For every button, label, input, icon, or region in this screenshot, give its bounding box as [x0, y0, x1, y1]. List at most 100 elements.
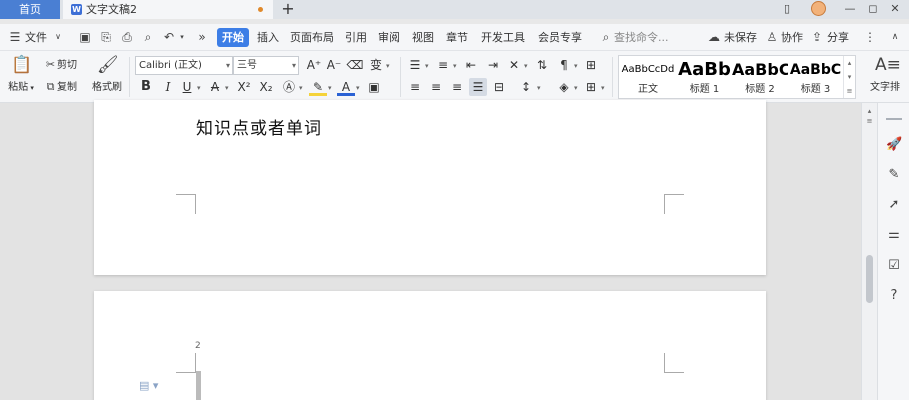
collab-button[interactable]: 协作	[781, 30, 803, 46]
unsaved-status[interactable]: 未保存	[724, 30, 757, 46]
panel-handle[interactable]	[886, 118, 902, 120]
menu-member[interactable]: 会员专享	[538, 30, 582, 46]
table-borders-icon[interactable]: ⊞	[582, 56, 600, 74]
menu-insert[interactable]: 插入	[257, 30, 279, 46]
styles-scroll[interactable]: ▴ ▾ ≡	[843, 56, 855, 98]
save-icon[interactable]: ▣	[78, 30, 92, 44]
close-icon[interactable]: ✕	[888, 0, 902, 19]
char-border-icon[interactable]: ▣	[365, 78, 383, 96]
document-area[interactable]: 知识点或者单词 2 ▤ ▾	[0, 100, 877, 400]
copy-button[interactable]: ⧉ 复制	[44, 80, 77, 95]
pen-icon[interactable]: ✎	[886, 167, 902, 183]
style-heading-2[interactable]: AaBbC 标题 2	[732, 56, 788, 98]
subscript-button[interactable]: X₂	[257, 78, 275, 96]
align-center-icon[interactable]: ≡	[427, 78, 445, 96]
font-size-select[interactable]: 三号 ▾	[233, 56, 299, 75]
collapse-ribbon-icon[interactable]: ∧	[888, 30, 902, 44]
menu-start[interactable]: 开始	[217, 28, 249, 47]
strikethrough-button[interactable]: A	[206, 78, 224, 96]
page-2[interactable]: 2 ▤ ▾	[94, 291, 766, 400]
chinese-layout-icon[interactable]: ✕	[505, 56, 523, 74]
tab-document[interactable]: W 文字文稿2	[63, 0, 273, 19]
phonetic-icon[interactable]: 变	[367, 56, 385, 74]
shading-icon[interactable]: ◈	[555, 78, 573, 96]
line-spacing-icon[interactable]: ↕	[517, 78, 535, 96]
style-preview: AaBb	[678, 59, 731, 80]
justify-icon[interactable]: ☰	[469, 78, 487, 96]
scrollbar-thumb[interactable]	[866, 255, 873, 303]
distributed-icon[interactable]: ⊟	[490, 78, 508, 96]
tab-bar: 首页 W 文字文稿2 + ▯ — ◻ ✕	[0, 0, 909, 19]
font-name-value: Calibri (正文)	[139, 60, 202, 71]
style-heading-3[interactable]: AaBbC 标题 3	[788, 56, 843, 98]
format-painter-button[interactable]: 🖌 格式刷	[90, 55, 124, 93]
vertical-scrollbar[interactable]: ▴ ≡	[861, 103, 877, 400]
menu-chapter[interactable]: 章节	[446, 30, 468, 46]
increase-indent-icon[interactable]: ⇥	[484, 56, 502, 74]
shrink-font-icon[interactable]: A⁻	[325, 56, 343, 74]
scroll-top-icon[interactable]: ≡	[862, 117, 877, 125]
export-icon[interactable]: ⎘	[99, 30, 113, 44]
menu-file[interactable]: 文件	[25, 30, 47, 46]
style-heading-1[interactable]: AaBb 标题 1	[677, 56, 732, 98]
align-right-icon[interactable]: ≡	[448, 78, 466, 96]
more-quick-icon[interactable]: »	[195, 30, 209, 44]
avatar[interactable]	[811, 1, 826, 16]
menu-page-layout[interactable]: 页面布局	[290, 30, 334, 46]
share-button[interactable]: 分享	[827, 30, 849, 46]
scroll-up-icon[interactable]: ▴	[862, 107, 877, 115]
search-command[interactable]: 查找命令...	[614, 30, 669, 46]
italic-button[interactable]: I	[159, 78, 177, 96]
sort-icon[interactable]: ⇅	[533, 56, 551, 74]
font-color-icon[interactable]: A	[337, 78, 355, 96]
minimize-icon[interactable]: —	[843, 0, 857, 19]
bold-button[interactable]: B	[137, 78, 155, 96]
pointer-icon[interactable]: ➚	[886, 197, 902, 213]
print-icon[interactable]: ⎙	[120, 30, 134, 44]
layout-icon[interactable]: ▯	[776, 0, 798, 19]
rocket-icon[interactable]: 🚀	[886, 137, 902, 153]
paragraph-menu-icon[interactable]: ▤ ▾	[139, 379, 158, 392]
style-name: 标题 3	[800, 84, 831, 95]
style-normal[interactable]: AaBbCcDd 正文	[620, 56, 676, 98]
text-effect-icon[interactable]: Ⓐ	[280, 78, 298, 96]
menu-dev-tools[interactable]: 开发工具	[481, 30, 525, 46]
cut-button[interactable]: ✂ 剪切	[44, 58, 77, 73]
bullet-list-icon[interactable]: ☰	[406, 56, 424, 74]
numbered-list-icon[interactable]: ≡	[434, 56, 452, 74]
decrease-indent-icon[interactable]: ⇤	[462, 56, 480, 74]
font-name-select[interactable]: Calibri (正文) ▾	[135, 56, 233, 75]
undo-icon[interactable]: ↶	[162, 30, 176, 44]
paste-button[interactable]: 📋 粘贴 ▾	[6, 55, 36, 93]
new-tab-button[interactable]: +	[281, 0, 295, 19]
show-marks-icon[interactable]: ¶	[555, 56, 573, 74]
menu-hamburger-icon[interactable]: ☰	[8, 30, 22, 44]
menu-references[interactable]: 引用	[345, 30, 367, 46]
chevron-down-icon[interactable]: ∨	[51, 30, 65, 44]
align-left-icon[interactable]: ≡	[406, 78, 424, 96]
clear-format-icon[interactable]: ⌫	[346, 56, 364, 74]
print-preview-icon[interactable]: ⌕	[141, 30, 155, 44]
highlight-icon[interactable]: ✎	[309, 78, 327, 96]
undo-dropdown-icon[interactable]: ▾	[175, 30, 189, 44]
grow-font-icon[interactable]: A⁺	[305, 56, 323, 74]
page-1[interactable]: 知识点或者单词	[94, 100, 766, 275]
sliders-icon[interactable]: ⚌	[886, 227, 902, 243]
menu-review[interactable]: 审阅	[378, 30, 400, 46]
help-icon[interactable]: ?	[886, 288, 902, 304]
search-icon[interactable]: ⌕	[599, 30, 613, 44]
superscript-button[interactable]: X²	[235, 78, 253, 96]
text-direction-button[interactable]: A≡ 文字排	[864, 55, 906, 93]
border-icon[interactable]: ⊞	[582, 78, 600, 96]
restore-icon[interactable]: ◻	[866, 0, 880, 19]
menu-view[interactable]: 视图	[412, 30, 434, 46]
unsaved-dot-icon	[258, 7, 263, 12]
more-options-icon[interactable]: ⋮	[863, 30, 877, 44]
style-preview: AaBbCcDd	[621, 64, 675, 75]
clipboard-check-icon[interactable]: ☑	[886, 258, 902, 274]
tab-home[interactable]: 首页	[0, 0, 60, 19]
document-text[interactable]: 知识点或者单词	[196, 114, 322, 139]
underline-button[interactable]: U	[178, 78, 196, 96]
copy-icon: ⧉	[46, 80, 55, 93]
style-name: 标题 1	[689, 84, 720, 95]
